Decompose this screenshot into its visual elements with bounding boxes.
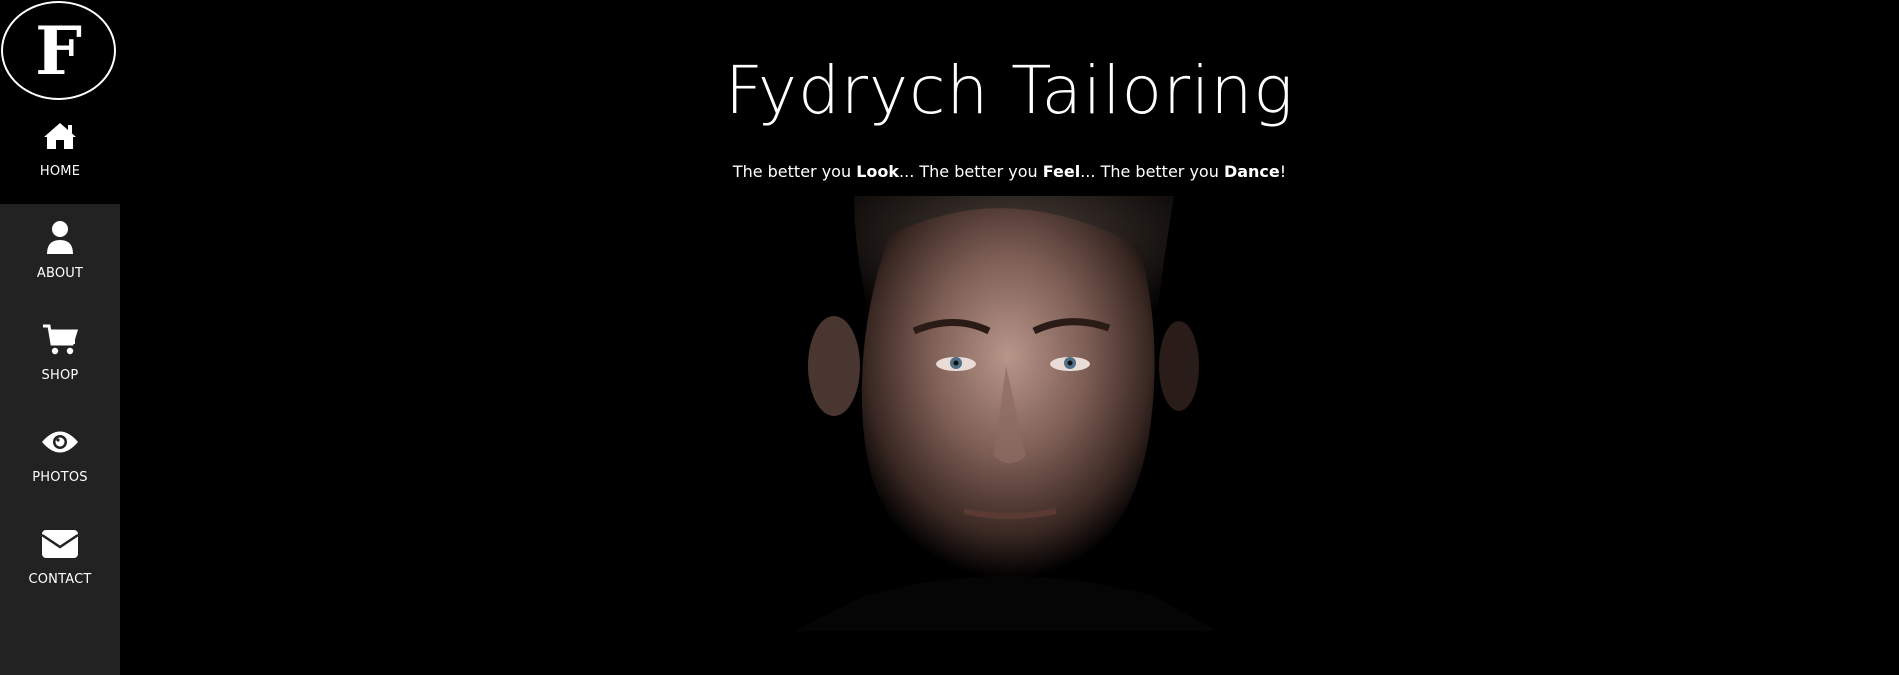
tagline: The better you Look... The better you Fe…	[120, 161, 1899, 183]
portrait-illustration	[794, 196, 1217, 631]
nav-item-about[interactable]: ABOUT	[0, 204, 120, 306]
tagline-bold-dance: Dance	[1223, 162, 1280, 181]
portrait-photo	[794, 196, 1217, 631]
tagline-text-1: The better you	[732, 162, 857, 181]
nav-item-home[interactable]: HOME	[0, 102, 120, 204]
sidebar-nav: F HOME ABOUT SHOP PHOTOS CONTACT	[0, 0, 120, 675]
nav-item-photos[interactable]: PHOTOS	[0, 408, 120, 510]
nav-label-home: HOME	[39, 164, 81, 179]
eye-icon	[40, 422, 80, 462]
site-logo[interactable]: F	[1, 1, 116, 100]
tagline-text-3: ... The better you	[1080, 162, 1224, 181]
tagline-bold-look: Look	[856, 162, 900, 181]
nav-item-shop[interactable]: SHOP	[0, 306, 120, 408]
user-icon	[40, 218, 80, 258]
main-content: Fydrych Tailoring The better you Look...…	[120, 0, 1899, 675]
nav-label-contact: CONTACT	[28, 572, 92, 587]
nav-label-shop: SHOP	[41, 368, 79, 383]
page-title: Fydrych Tailoring	[725, 52, 1294, 129]
nav-label-photos: PHOTOS	[32, 470, 88, 485]
nav-label-about: ABOUT	[36, 266, 84, 281]
logo-container: F	[0, 0, 120, 102]
envelope-icon	[40, 524, 80, 564]
nav-item-contact[interactable]: CONTACT	[0, 510, 120, 612]
tagline-text-4: !	[1279, 162, 1287, 181]
cart-icon	[40, 320, 80, 360]
tagline-bold-feel: Feel	[1042, 162, 1081, 181]
tagline-text-2: ... The better you	[899, 162, 1043, 181]
home-icon	[40, 116, 80, 156]
